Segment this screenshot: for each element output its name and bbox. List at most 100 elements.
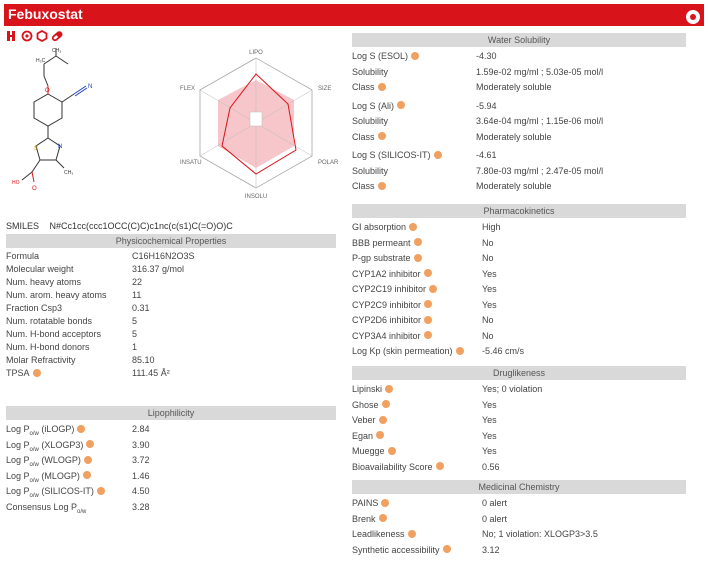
- row-key-text: CYP2D6 inhibitor: [352, 315, 422, 325]
- info-icon[interactable]: [413, 253, 422, 262]
- row-value: 4.50: [132, 486, 150, 496]
- info-icon[interactable]: [423, 269, 432, 278]
- target-icon[interactable]: [21, 30, 33, 42]
- info-icon[interactable]: [409, 222, 418, 231]
- table-row: CYP2D6 inhibitor No: [352, 313, 686, 329]
- info-icon[interactable]: [423, 331, 432, 340]
- table-row: Bioavailability Score 0.56: [352, 460, 686, 476]
- table-row: Lipinski Yes; 0 violation: [352, 382, 686, 398]
- info-icon[interactable]: [411, 51, 420, 60]
- info-icon[interactable]: [378, 514, 387, 523]
- info-icon[interactable]: [377, 181, 386, 190]
- info-icon[interactable]: [397, 101, 406, 110]
- row-value: Yes; 0 violation: [482, 384, 543, 394]
- row-value: Moderately soluble: [476, 131, 552, 142]
- logp-method: (XLOGP3): [41, 439, 84, 450]
- close-icon[interactable]: [684, 8, 702, 26]
- row-key-text: Egan: [352, 430, 374, 441]
- row-key: Log Kp (skin permeation): [352, 344, 482, 360]
- info-icon[interactable]: [442, 545, 451, 554]
- radar-label-flex: FLEX: [180, 86, 195, 92]
- row-key: Consensus Log Po/w: [6, 500, 132, 516]
- info-icon[interactable]: [435, 462, 444, 471]
- info-icon[interactable]: [424, 315, 433, 324]
- pill-icon[interactable]: [51, 30, 63, 42]
- row-key: Leadlikeness: [352, 527, 482, 543]
- info-icon[interactable]: [377, 82, 386, 91]
- class-row: Class Moderately soluble: [352, 179, 686, 195]
- row-key: Num. H-bond acceptors: [6, 328, 132, 341]
- info-icon[interactable]: [83, 455, 92, 464]
- row-key: Log Po/w (WLOGP): [6, 453, 132, 469]
- hexagon-icon[interactable]: [36, 30, 48, 42]
- row-key-text: Log S (SILICOS-IT): [352, 150, 431, 160]
- table-row: Egan Yes: [352, 429, 686, 445]
- logp-prefix: Log P: [6, 424, 30, 434]
- row-key: Class: [352, 179, 476, 195]
- row-key-text: CYP3A4 inhibitor: [352, 330, 421, 341]
- info-icon[interactable]: [376, 431, 385, 440]
- table-row: Log Kp (skin permeation) -5.46 cm/s: [352, 344, 686, 360]
- table-row: CYP2C9 inhibitor Yes: [352, 298, 686, 314]
- info-icon[interactable]: [381, 498, 390, 507]
- info-icon[interactable]: [377, 132, 386, 141]
- row-key-text: Log Kp (skin permeation): [352, 346, 453, 356]
- row-value: Yes: [482, 415, 497, 425]
- row-key-text: Bioavailability Score: [352, 461, 433, 472]
- row-key: Solubility: [352, 65, 476, 81]
- info-icon[interactable]: [413, 238, 422, 247]
- table-row: Synthetic accessibility 3.12: [352, 543, 686, 559]
- table-row: Num. heavy atoms 22: [6, 276, 336, 289]
- row-key: Solubility: [352, 164, 476, 180]
- row-value: No: [482, 253, 494, 263]
- row-value: 22: [132, 277, 143, 287]
- row-key: Log Po/w (XLOGP3): [6, 438, 132, 454]
- info-icon[interactable]: [433, 150, 442, 159]
- lipo-row: Log Po/w (XLOGP3) 3.90: [6, 438, 336, 454]
- info-icon[interactable]: [32, 368, 41, 377]
- row-key-text: Solubility: [352, 165, 389, 176]
- row-key-text: Lipinski: [352, 384, 383, 394]
- info-icon[interactable]: [429, 284, 438, 293]
- row-key: GI absorption: [352, 220, 482, 236]
- row-key-text: Fraction Csp3: [6, 303, 63, 313]
- bar-icon[interactable]: [6, 30, 18, 42]
- info-icon[interactable]: [424, 300, 433, 309]
- row-key: Log S (ESOL): [352, 49, 476, 65]
- medchem-section: Medicinal Chemistry PAINS 0 alert Brenk 0 a…: [352, 480, 686, 558]
- row-key-text: P-gp substrate: [352, 253, 411, 263]
- row-value: Yes: [482, 284, 497, 294]
- row-value: No: [482, 315, 494, 325]
- info-icon[interactable]: [407, 529, 416, 538]
- row-key: Class: [352, 130, 476, 146]
- row-value: 7.80e-03 mg/ml ; 2.47e-05 mol/l: [476, 165, 604, 176]
- logp-prefix: Log P: [6, 455, 30, 465]
- row-key-text: CYP1A2 inhibitor: [352, 268, 421, 279]
- row-value: Yes: [482, 299, 497, 310]
- row-key: Veber: [352, 413, 482, 429]
- row-value: 316.37 g/mol: [132, 264, 185, 274]
- info-icon[interactable]: [455, 346, 464, 355]
- row-key-text: Log S (Ali): [352, 100, 395, 111]
- radar-label-insolu: INSOLU: [245, 194, 267, 200]
- row-value: C16H16N2O3S: [132, 251, 195, 261]
- info-icon[interactable]: [86, 440, 95, 449]
- solubility-logs-row: Log S (ESOL) -4.30: [352, 49, 686, 65]
- info-icon[interactable]: [381, 400, 390, 409]
- info-icon[interactable]: [77, 424, 86, 433]
- row-value: -5.46 cm/s: [482, 346, 525, 356]
- info-icon[interactable]: [378, 415, 387, 424]
- logp-sub: o/w: [77, 508, 87, 515]
- logp-sub: o/w: [29, 477, 39, 484]
- info-icon[interactable]: [387, 446, 396, 455]
- row-value: High: [482, 222, 501, 232]
- row-key: Fraction Csp3: [6, 302, 132, 315]
- drug-header: Druglikeness: [352, 366, 686, 380]
- logp-sub: o/w: [29, 461, 39, 468]
- table-row: CYP3A4 inhibitor No: [352, 329, 686, 345]
- title-bar: Febuxostat: [4, 4, 704, 26]
- lipo-row: Log Po/w (iLOGP) 2.84: [6, 422, 336, 438]
- info-icon[interactable]: [96, 486, 105, 495]
- info-icon[interactable]: [82, 471, 91, 480]
- info-icon[interactable]: [385, 384, 394, 393]
